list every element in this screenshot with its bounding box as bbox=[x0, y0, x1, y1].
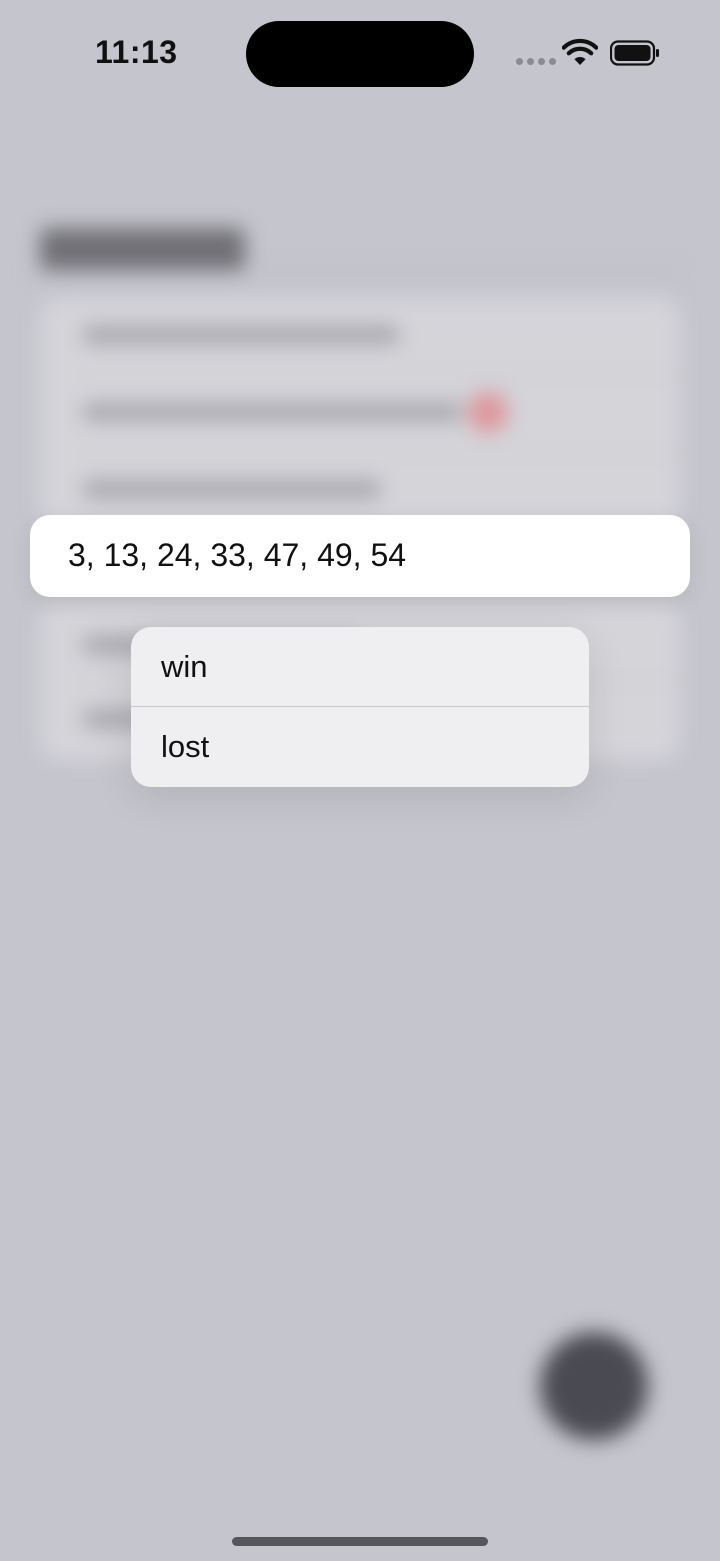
context-menu: win lost bbox=[131, 627, 589, 787]
background-floating-action-button bbox=[540, 1332, 648, 1440]
battery-icon bbox=[610, 40, 659, 66]
wifi-icon bbox=[562, 38, 598, 65]
background-row-separator bbox=[80, 452, 680, 454]
menu-item-win[interactable]: win bbox=[131, 627, 589, 707]
background-page-title bbox=[40, 228, 245, 272]
background-row-separator bbox=[80, 374, 680, 376]
selected-lottery-numbers-cell[interactable]: 3, 13, 24, 33, 47, 49, 54 bbox=[30, 515, 690, 597]
background-badge bbox=[468, 392, 508, 432]
lottery-numbers-text: 3, 13, 24, 33, 47, 49, 54 bbox=[68, 537, 407, 573]
status-bar-time: 11:13 bbox=[95, 34, 178, 70]
dynamic-island bbox=[246, 21, 474, 87]
menu-item-label: win bbox=[161, 649, 208, 684]
background-list-row bbox=[82, 326, 400, 344]
menu-item-label: lost bbox=[161, 729, 210, 764]
background-divider bbox=[30, 270, 680, 272]
cellular-signal-icon bbox=[516, 58, 556, 66]
background-list-row bbox=[82, 403, 462, 421]
menu-item-lost[interactable]: lost bbox=[131, 707, 589, 787]
background-list-row bbox=[82, 480, 382, 498]
home-indicator[interactable] bbox=[232, 1537, 488, 1546]
